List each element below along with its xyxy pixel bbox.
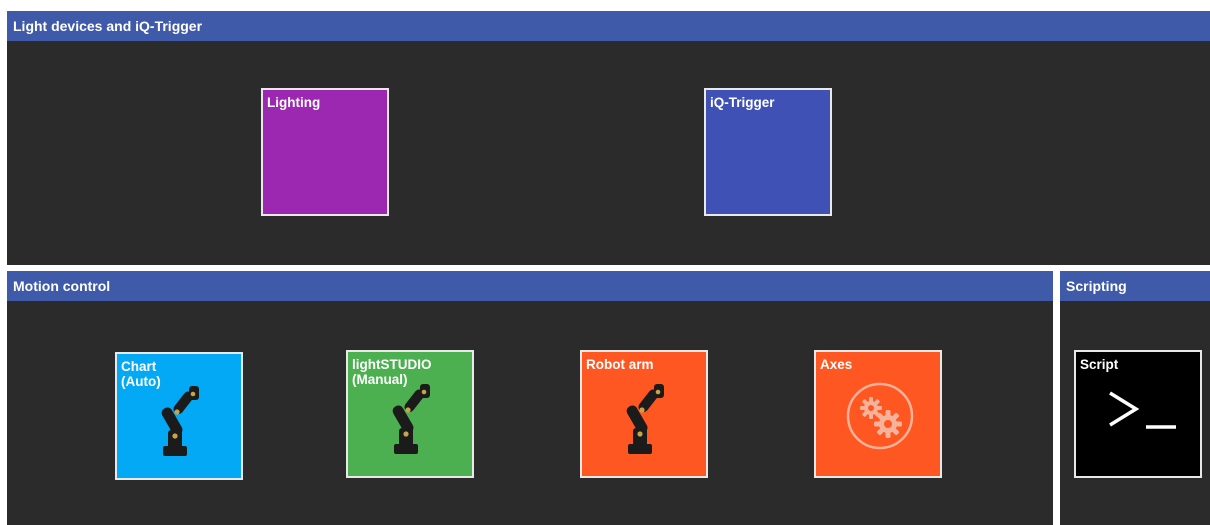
motion-control-panel: Motion control Chart (Auto) lightSTUDIO … xyxy=(7,271,1053,525)
robot-arm-icon xyxy=(161,386,199,456)
lighting-tile-label: Lighting xyxy=(267,95,321,110)
lighting-tile[interactable]: Lighting xyxy=(261,88,389,216)
light-devices-header: Light devices and iQ-Trigger xyxy=(7,11,1210,41)
gears-icon xyxy=(846,382,914,450)
robot-arm-tile-label: Robot arm xyxy=(586,357,654,372)
iq-trigger-tile[interactable]: iQ-Trigger xyxy=(704,88,832,216)
scripting-panel: Scripting Script xyxy=(1060,271,1210,525)
light-devices-panel: Light devices and iQ-Trigger Lighting iQ… xyxy=(7,11,1210,265)
chart-auto-tile[interactable]: Chart (Auto) xyxy=(115,352,243,480)
axes-tile-label: Axes xyxy=(820,357,853,372)
iq-trigger-tile-label: iQ-Trigger xyxy=(710,95,775,110)
lightstudio-manual-tile[interactable]: lightSTUDIO (Manual) xyxy=(346,350,474,478)
robot-arm-icon xyxy=(626,384,664,454)
chart-auto-tile-label: Chart (Auto) xyxy=(121,359,161,389)
terminal-prompt-icon xyxy=(1109,391,1176,429)
axes-tile[interactable]: Axes xyxy=(814,350,942,478)
lightstudio-manual-tile-label: lightSTUDIO (Manual) xyxy=(352,357,432,387)
scripting-header: Scripting xyxy=(1060,271,1210,301)
robot-arm-icon xyxy=(392,384,430,454)
script-tile[interactable]: Script xyxy=(1074,350,1202,478)
script-tile-label: Script xyxy=(1080,357,1119,372)
motion-control-header: Motion control xyxy=(7,271,1053,301)
robot-arm-tile[interactable]: Robot arm xyxy=(580,350,708,478)
